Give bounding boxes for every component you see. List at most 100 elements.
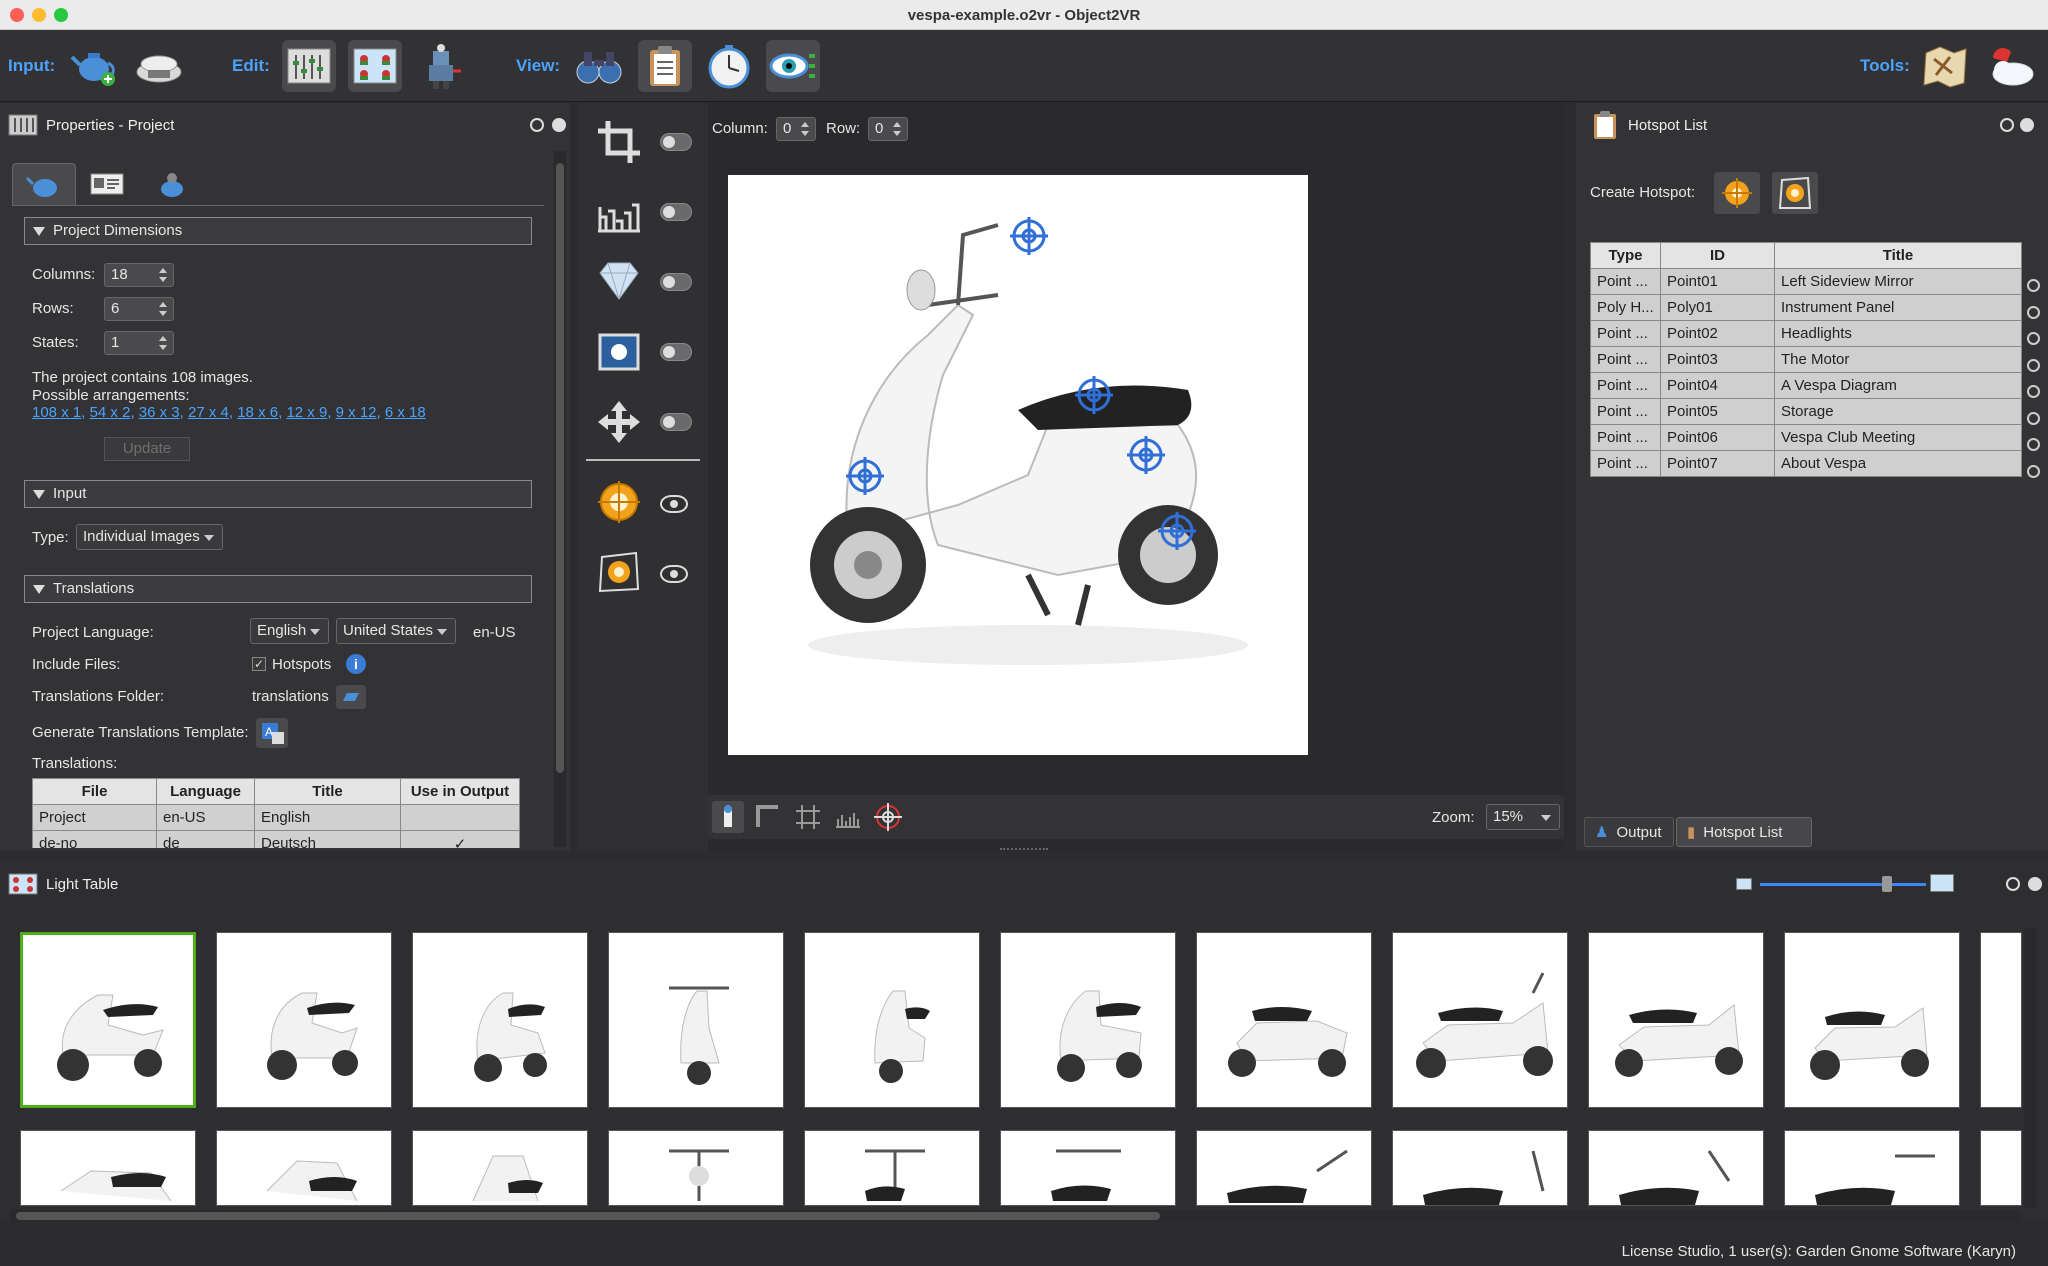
- delete-hotspot-icon[interactable]: [2027, 279, 2040, 292]
- use-in-output-cell[interactable]: [400, 804, 520, 831]
- delete-hotspot-icon[interactable]: [2027, 306, 2040, 319]
- table-row[interactable]: Point ... Point01 Left Sideview Mirror: [1590, 268, 2022, 295]
- thumbnail-image[interactable]: [412, 932, 588, 1108]
- column-header-title[interactable]: Title: [1774, 242, 2022, 269]
- thumbnail-image[interactable]: [1392, 1130, 1568, 1206]
- arrangement-link[interactable]: 108 x 1: [32, 404, 81, 421]
- section-input[interactable]: Input: [24, 480, 532, 508]
- table-row[interactable]: Project en-US English: [32, 804, 520, 831]
- section-project-dimensions[interactable]: Project Dimensions: [24, 217, 532, 245]
- thumbnail-image[interactable]: [1392, 932, 1568, 1108]
- arrangement-link[interactable]: 36 x 3: [139, 404, 180, 421]
- float-panel-button[interactable]: [530, 118, 544, 132]
- columns-spinbox[interactable]: 18: [104, 263, 174, 287]
- mask-toggle[interactable]: [660, 343, 692, 361]
- table-row[interactable]: Poly H... Poly01 Instrument Panel: [1590, 294, 2022, 321]
- splitter-handle[interactable]: [1000, 848, 1048, 850]
- capture-button[interactable]: [132, 40, 186, 92]
- scrollbar-thumb[interactable]: [16, 1212, 1160, 1220]
- language-select[interactable]: English: [250, 618, 330, 644]
- delete-hotspot-icon[interactable]: [2027, 385, 2040, 398]
- show-object-button[interactable]: [712, 801, 744, 833]
- thumbnail-image[interactable]: [1000, 1130, 1176, 1206]
- arrangement-link[interactable]: 18 x 6: [237, 404, 278, 421]
- light-table-vertical-scrollbar[interactable]: [2024, 928, 2036, 1208]
- slider-handle[interactable]: [1881, 876, 1892, 892]
- delete-hotspot-icon[interactable]: [2027, 465, 2040, 478]
- sharpen-tool-button[interactable]: [594, 257, 644, 307]
- column-header-type[interactable]: Type: [1590, 242, 1661, 269]
- object-viewer-image[interactable]: [728, 175, 1308, 755]
- info-icon[interactable]: i: [346, 654, 366, 674]
- delete-hotspot-icon[interactable]: [2027, 438, 2040, 451]
- tab-viewer-settings[interactable]: [140, 163, 204, 205]
- use-in-output-cell[interactable]: ✓: [400, 830, 520, 848]
- table-row[interactable]: Point ... Point04 A Vespa Diagram: [1590, 372, 2022, 399]
- thumbnail-image[interactable]: [1784, 1130, 1960, 1206]
- show-levels-button[interactable]: [832, 801, 864, 833]
- arrangement-link[interactable]: 9 x 12: [336, 404, 377, 421]
- edit-properties-button[interactable]: [282, 40, 336, 92]
- thumbnail-image[interactable]: [1784, 932, 1960, 1108]
- rows-spinbox[interactable]: 6: [104, 297, 174, 321]
- zoom-select[interactable]: 15%: [1486, 804, 1560, 830]
- thumbnail-image[interactable]: [1588, 1130, 1764, 1206]
- levels-tool-button[interactable]: [594, 187, 644, 237]
- thumbnail-image[interactable]: [1588, 932, 1764, 1108]
- mask-tool-button[interactable]: [594, 327, 644, 377]
- table-row[interactable]: Point ... Point02 Headlights: [1590, 320, 2022, 347]
- close-panel-button[interactable]: [552, 118, 566, 132]
- thumbnail-image[interactable]: [1980, 932, 2022, 1108]
- view-output-button[interactable]: [572, 40, 626, 92]
- thumbnail-image[interactable]: [804, 1130, 980, 1206]
- arrangement-link[interactable]: 54 x 2: [90, 404, 131, 421]
- tools-map-button[interactable]: [1918, 40, 1972, 92]
- float-panel-button[interactable]: [2000, 118, 2014, 132]
- column-header-use-in-output[interactable]: Use in Output: [400, 778, 520, 805]
- column-header-title[interactable]: Title: [254, 778, 401, 805]
- row-spinbox[interactable]: 0: [868, 117, 908, 141]
- column-header-language[interactable]: Language: [156, 778, 255, 805]
- close-panel-button[interactable]: [2020, 118, 2034, 132]
- table-row[interactable]: Point ... Point06 Vespa Club Meeting: [1590, 424, 2022, 451]
- hotspots-checkbox[interactable]: ✓: [252, 657, 266, 671]
- add-images-button[interactable]: [68, 40, 122, 92]
- sharpen-toggle[interactable]: [660, 273, 692, 291]
- arrangement-link[interactable]: 6 x 18: [385, 404, 426, 421]
- show-polygon-hotspots-toggle[interactable]: [660, 565, 688, 583]
- tab-hotspot-list[interactable]: ▮ Hotspot List: [1676, 817, 1812, 847]
- table-row[interactable]: Point ... Point05 Storage: [1590, 398, 2022, 425]
- update-button[interactable]: Update: [104, 437, 190, 461]
- column-header-file[interactable]: File: [32, 778, 157, 805]
- thumbnail-image[interactable]: [804, 932, 980, 1108]
- create-polygon-hotspot-button[interactable]: [1772, 172, 1818, 214]
- thumbnail-image[interactable]: [412, 1130, 588, 1206]
- crop-toggle[interactable]: [660, 133, 692, 151]
- light-table-horizontal-scrollbar[interactable]: [10, 1210, 2020, 1222]
- tab-project[interactable]: [12, 163, 76, 205]
- polygon-hotspot-tool-button[interactable]: [594, 547, 644, 597]
- thumbnail-image[interactable]: [1196, 1130, 1372, 1206]
- float-panel-button[interactable]: [2006, 877, 2020, 891]
- input-type-select[interactable]: Individual Images: [76, 524, 223, 550]
- properties-scrollbar[interactable]: [554, 151, 566, 847]
- show-point-hotspots-toggle[interactable]: [660, 495, 688, 513]
- skin-editor-button[interactable]: [414, 40, 468, 92]
- thumbnail-image[interactable]: [608, 1130, 784, 1206]
- show-mask-button[interactable]: [752, 801, 784, 833]
- delete-hotspot-icon[interactable]: [2027, 359, 2040, 372]
- delete-hotspot-icon[interactable]: [2027, 332, 2040, 345]
- table-row[interactable]: Point ... Point03 The Motor: [1590, 346, 2022, 373]
- thumbnail-image[interactable]: [1980, 1130, 2022, 1206]
- arrangement-link[interactable]: 27 x 4: [188, 404, 229, 421]
- states-spinbox[interactable]: 1: [104, 331, 174, 355]
- close-panel-button[interactable]: [2028, 877, 2042, 891]
- section-translations[interactable]: Translations: [24, 575, 532, 603]
- thumbnail-image[interactable]: [216, 932, 392, 1108]
- view-hotspot-list-button[interactable]: [638, 40, 692, 92]
- edit-light-table-button[interactable]: [348, 40, 402, 92]
- tab-output-settings[interactable]: [76, 163, 140, 205]
- levels-toggle[interactable]: [660, 203, 692, 221]
- thumbnail-image[interactable]: [20, 932, 196, 1108]
- scrollbar-thumb[interactable]: [556, 163, 564, 773]
